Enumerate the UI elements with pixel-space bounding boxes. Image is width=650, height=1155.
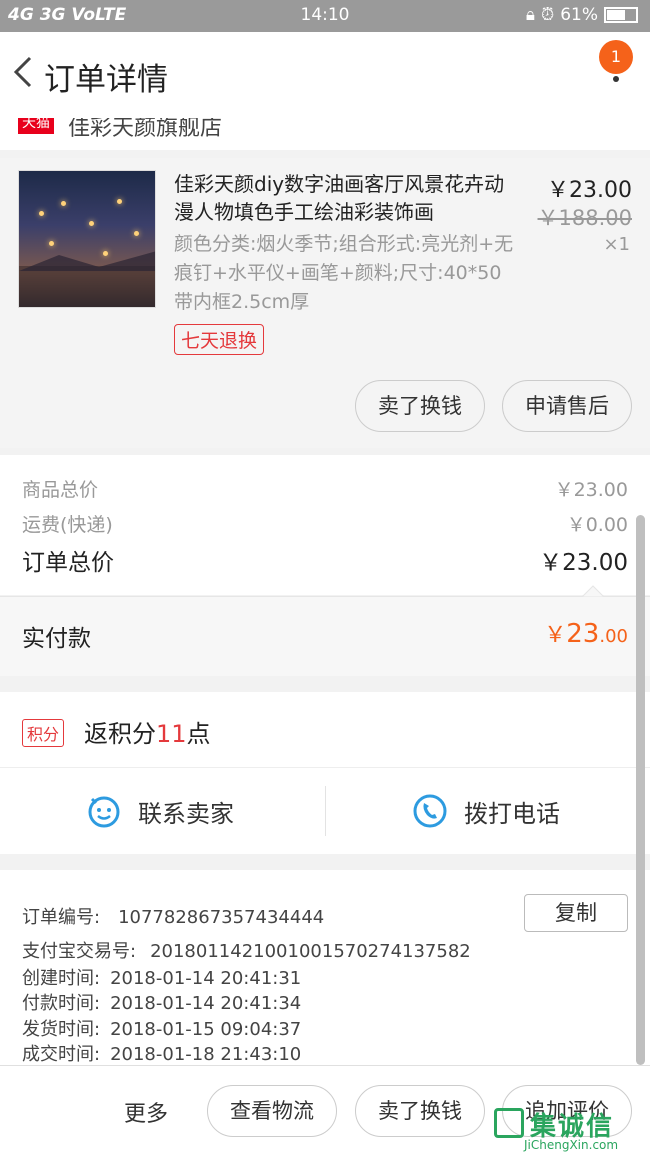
product-quantity: ×1 <box>603 234 630 255</box>
created-label: 创建时间: <box>22 968 101 989</box>
notification-badge: 1 <box>599 40 633 74</box>
goods-total-value: ￥23.00 <box>554 479 628 501</box>
product-image[interactable] <box>18 170 156 308</box>
status-right: 🔒︎ ⏰︎ 61% <box>526 5 638 25</box>
battery-percent: 61% <box>560 5 598 25</box>
page-title: 订单详情 <box>44 62 168 98</box>
product-original-price: ￥188.00 <box>537 206 632 230</box>
order-total-label: 订单总价 <box>22 550 114 576</box>
status-bar: 4G 3G VoLTE 14:10 🔒︎ ⏰︎ 61% <box>0 0 650 32</box>
sell-for-cash-button[interactable]: 卖了换钱 <box>355 380 485 432</box>
points-text: 返积分11点 <box>84 714 211 749</box>
paid-time-row: 付款时间: 2018-01-14 20:41:34 <box>22 989 301 1015</box>
order-number-row: 订单编号: 107782867357434444 <box>22 903 324 929</box>
painting-icon <box>19 251 155 307</box>
order-info: 订单编号: 107782867357434444 复制 支付宝交易号: 201801… <box>0 870 650 1065</box>
call-phone-label: 拨打电话 <box>464 800 560 828</box>
tmall-badge: 天猫 <box>18 118 54 134</box>
price-summary: 商品总价 ￥23.00 运费(快递) ￥0.00 订单总价 ￥23.00 <box>0 455 650 595</box>
points-section: 积分 返积分11点 <box>0 692 650 768</box>
paid-time: 2018-01-14 20:41:34 <box>110 993 302 1014</box>
completed-label: 成交时间: <box>22 1044 101 1065</box>
contact-seller-label: 联系卖家 <box>138 800 234 828</box>
caret-up-icon <box>582 585 604 597</box>
chat-face-icon <box>88 796 120 828</box>
view-logistics-button[interactable]: 查看物流 <box>207 1085 337 1137</box>
product-spec: 颜色分类:烟火季节;组合形式:亮光剂+无痕钉+水平仪+画笔+颜料;尺寸:40*5… <box>174 233 514 313</box>
shop-header[interactable]: 天猫 佳彩天颜旗舰店 <box>0 118 650 150</box>
copy-button[interactable]: 复制 <box>524 894 628 932</box>
points-count: 11 <box>156 720 187 748</box>
shipped-row: 发货时间: 2018-01-15 09:04:37 <box>22 1015 301 1041</box>
paid-time-label: 付款时间: <box>22 993 101 1014</box>
watermark-logo-icon <box>494 1108 524 1138</box>
paid-value: ￥23.00 <box>544 617 628 649</box>
product-card[interactable]: 佳彩天颜diy数字油画客厅风景花卉动漫人物填色手工绘油彩装饰画 颜色分类:烟火季… <box>0 158 650 448</box>
lock-icon: 🔒︎ <box>525 5 535 25</box>
contact-seller-button[interactable]: 联系卖家 <box>0 768 325 854</box>
order-number: 107782867357434444 <box>118 907 325 928</box>
product-price: ￥23.00 <box>547 178 632 203</box>
created-row: 创建时间: 2018-01-14 20:41:31 <box>22 964 301 990</box>
watermark-url: JiChengXin.com <box>524 1138 619 1152</box>
chevron-left-icon <box>13 56 32 88</box>
completed-time: 2018-01-18 21:43:10 <box>110 1044 302 1065</box>
goods-total-label: 商品总价 <box>22 479 99 501</box>
alipay-label: 支付宝交易号: <box>22 941 137 962</box>
alarm-icon: ⏰︎ <box>540 5 555 25</box>
points-prefix: 返积分 <box>84 720 156 748</box>
completed-row: 成交时间: 2018-01-18 21:43:10 <box>22 1040 301 1066</box>
bottom-sell-button[interactable]: 卖了换钱 <box>355 1085 485 1137</box>
battery-icon <box>604 7 638 23</box>
phone-icon <box>413 794 447 828</box>
paid-label: 实付款 <box>22 626 91 652</box>
paid-amount-section: 实付款 ￥23.00 <box>0 585 650 676</box>
points-suffix: 点 <box>186 720 211 748</box>
order-number-label: 订单编号: <box>22 907 101 928</box>
paid-currency: ￥ <box>544 623 567 648</box>
paid-decimal: .00 <box>599 626 628 647</box>
shipping-value: ￥0.00 <box>566 514 628 536</box>
more-button[interactable]: 更多 <box>124 1096 168 1128</box>
shipped-time: 2018-01-15 09:04:37 <box>110 1019 302 1040</box>
alipay-number: 2018011421001001570274137582 <box>150 941 471 962</box>
apply-aftersale-button[interactable]: 申请售后 <box>502 380 632 432</box>
product-title[interactable]: 佳彩天颜diy数字油画客厅风景花卉动漫人物填色手工绘油彩装饰画 <box>174 170 514 226</box>
order-total-value: ￥23.00 <box>539 550 628 576</box>
points-tag: 积分 <box>22 719 65 747</box>
contact-section: 联系卖家 拨打电话 <box>0 768 650 854</box>
alipay-row: 支付宝交易号: 2018011421001001570274137582 <box>22 937 471 963</box>
paid-integer: 23 <box>566 619 600 649</box>
created-time: 2018-01-14 20:41:31 <box>110 968 302 989</box>
site-watermark: 集诚信 JiChengXin.com <box>494 1108 646 1154</box>
seven-day-return-tag: 七天退换 <box>174 324 265 355</box>
scrollbar[interactable] <box>636 515 645 1065</box>
shipped-label: 发货时间: <box>22 1019 101 1040</box>
back-button[interactable] <box>10 52 40 92</box>
shop-name: 佳彩天颜旗舰店 <box>68 118 223 141</box>
nav-bar: 订单详情 1 <box>0 32 650 118</box>
shipping-label: 运费(快递) <box>22 514 113 536</box>
call-phone-button[interactable]: 拨打电话 <box>326 768 650 854</box>
